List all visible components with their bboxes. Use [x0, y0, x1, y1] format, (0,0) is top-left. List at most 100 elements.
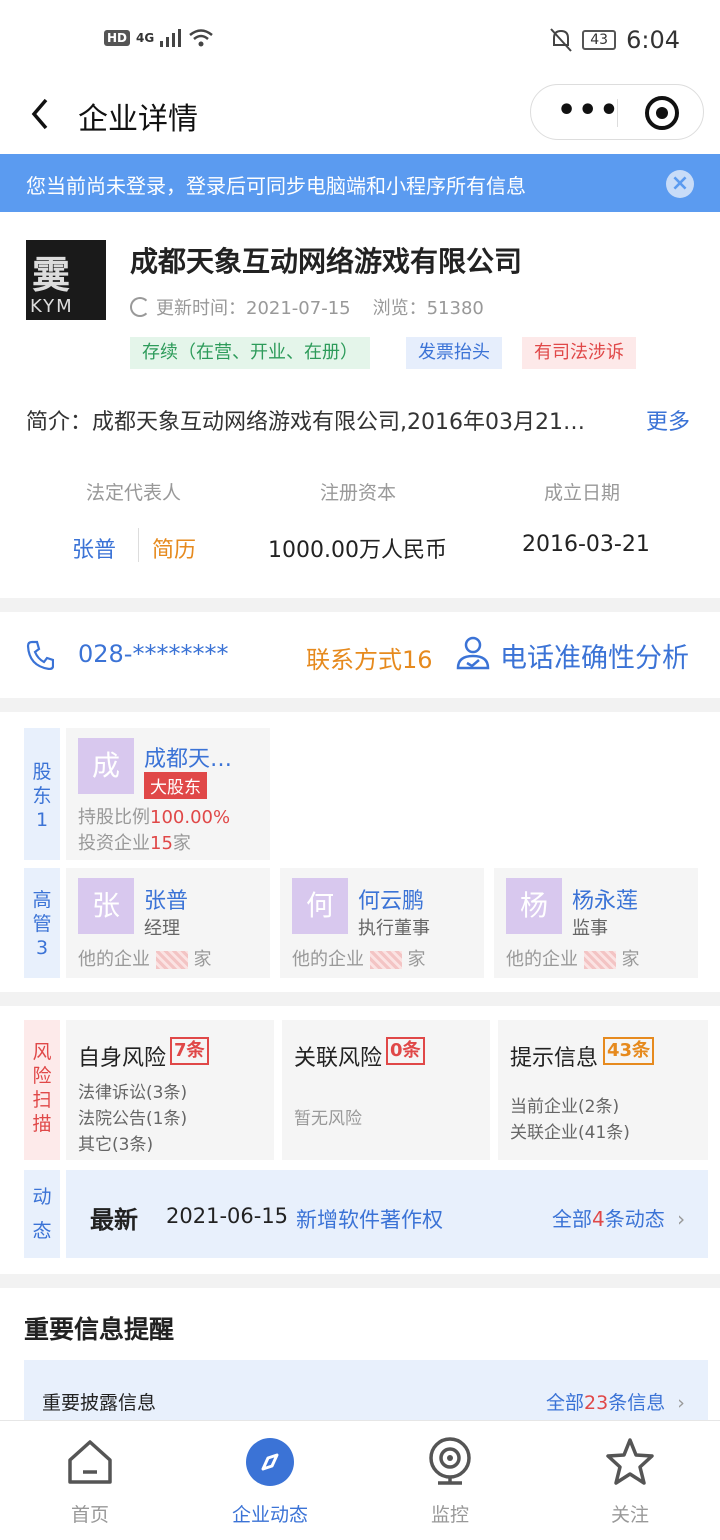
executives-label-text: 高管3 [32, 889, 52, 959]
nav-bar: 企业详情 ••• [0, 80, 720, 154]
shareholders-label-text: 股东1 [32, 761, 52, 831]
resume-link[interactable]: 简历 [152, 532, 196, 564]
news-label-text: 动态 [32, 1186, 52, 1242]
holding-ratio-value: 100.00% [150, 807, 231, 828]
all-news-suffix: 条动态 [604, 1207, 665, 1231]
signal-icon [160, 29, 182, 47]
executive-companies: 他的企业 家 [292, 945, 425, 971]
logo-text: KYM [30, 296, 74, 317]
founded-header: 成立日期 [544, 482, 621, 504]
all-disclosure-suffix: 条信息 [608, 1392, 666, 1414]
shareholders-label[interactable]: 股东1 [24, 728, 60, 860]
logo-mark: 霙 [32, 253, 70, 297]
update-row: 更新时间：2021-07-15 浏览：51380 [130, 294, 484, 320]
back-icon[interactable] [22, 94, 62, 134]
status-left: HD 4G [104, 28, 214, 48]
tab-follow[interactable]: 关注 [540, 1420, 720, 1540]
company-intro: 简介：成都天象互动网络游戏有限公司,2016年03月21… [26, 410, 585, 435]
login-banner[interactable]: 您当前尚未登录，登录后可同步电脑端和小程序所有信息 [0, 154, 720, 212]
login-banner-text: 您当前尚未登录，登录后可同步电脑端和小程序所有信息 [26, 174, 526, 198]
divider [138, 528, 139, 562]
executive-name[interactable]: 张普 [144, 883, 188, 915]
battery-indicator: 43 [582, 30, 617, 50]
all-disclosure-link[interactable]: 全部23条信息 › [546, 1388, 685, 1415]
blurred-count [369, 951, 402, 969]
phone-number[interactable]: 028-******** [78, 640, 228, 668]
status-badge: 存续（在营、开业、在册） [130, 337, 370, 369]
tab-label: 关注 [610, 1504, 649, 1526]
blurred-count [583, 951, 616, 969]
risk-line: 暂无风险 [294, 1109, 362, 1129]
founded-date: 2016-03-21 [522, 532, 650, 557]
executive-name[interactable]: 何云鹏 [358, 883, 424, 915]
self-risk-title: 自身风险 [78, 1046, 167, 1071]
executive-companies: 他的企业 家 [506, 945, 639, 971]
update-time: 更新时间：2021-07-15 [156, 298, 351, 319]
all-disclosure-prefix: 全部 [546, 1392, 585, 1414]
news-label[interactable]: 动态 [24, 1170, 60, 1258]
mini-program-capsule: ••• [530, 84, 704, 140]
all-news-prefix: 全部 [552, 1207, 592, 1231]
all-news-count: 4 [592, 1207, 605, 1231]
wifi-icon [189, 29, 214, 47]
avatar: 何 [292, 878, 348, 934]
risk-line: 其它(3条) [78, 1135, 154, 1155]
blurred-count [155, 951, 188, 969]
news-latest-label: 最新 [90, 1206, 138, 1234]
executive-name[interactable]: 杨永莲 [572, 883, 638, 915]
more-link[interactable]: 更多 [646, 404, 690, 436]
invoice-tag[interactable]: 发票抬头 [406, 337, 502, 369]
star-icon [606, 1438, 654, 1485]
hd-badge: HD [104, 30, 131, 46]
company-name: 成都天象互动网络游戏有限公司 [130, 245, 523, 278]
holding-ratio-label: 持股比例 [78, 807, 150, 828]
clock: 6:04 [626, 26, 680, 54]
litigation-tag[interactable]: 有司法涉诉 [522, 337, 636, 369]
news-date: 2021-06-15 [166, 1204, 289, 1228]
invest-count-value: 15 [150, 833, 173, 854]
phone-icon[interactable] [26, 640, 54, 670]
registered-capital: 1000.00万人民币 [268, 538, 447, 563]
executive-role: 执行董事 [358, 918, 430, 939]
tab-monitor[interactable]: 监控 [360, 1420, 540, 1540]
all-news-link[interactable]: 全部4条动态 › [552, 1203, 685, 1232]
holding-ratio: 持股比例100.00% [78, 803, 230, 829]
page-title: 企业详情 [78, 102, 198, 137]
risk-label[interactable]: 风险扫描 [24, 1020, 60, 1160]
related-risk-badge: 0条 [386, 1037, 425, 1065]
network-label: 4G [136, 31, 155, 45]
tab-company-news[interactable]: 企业动态 [180, 1420, 360, 1540]
avatar: 张 [78, 878, 134, 934]
tab-label: 企业动态 [231, 1504, 308, 1526]
related-risk-title: 关联风险 [294, 1046, 383, 1071]
more-menu-button[interactable]: ••• [557, 93, 621, 128]
news-text[interactable]: 新增软件著作权 [296, 1204, 443, 1234]
executive-role: 监事 [572, 918, 608, 939]
important-title: 重要信息提醒 [24, 1315, 175, 1344]
tab-home[interactable]: 首页 [0, 1420, 180, 1540]
person-check-icon[interactable] [454, 634, 492, 672]
companies-label: 他的企业 [506, 949, 578, 970]
shareholder-name[interactable]: 成都天… [144, 741, 232, 773]
phone-analysis-link[interactable]: 电话准确性分析 [500, 636, 689, 675]
refresh-icon [130, 297, 150, 317]
capital-header: 注册资本 [320, 482, 397, 504]
compass-icon [246, 1438, 294, 1486]
avatar: 杨 [506, 878, 562, 934]
major-shareholder-badge: 大股东 [144, 772, 207, 799]
risk-line: 当前企业(2条) [510, 1097, 620, 1117]
legal-rep-name[interactable]: 张普 [72, 532, 116, 564]
important-disclosure-label: 重要披露信息 [42, 1392, 157, 1414]
mute-bell-icon [550, 28, 573, 52]
close-program-icon[interactable] [645, 96, 679, 130]
legal-rep-header: 法定代表人 [86, 482, 182, 504]
status-right: 43 6:04 [550, 26, 680, 54]
close-icon[interactable]: × [666, 170, 694, 198]
contacts-link[interactable]: 联系方式16 [306, 640, 433, 675]
executive-companies: 他的企业 家 [78, 945, 211, 971]
executives-label[interactable]: 高管3 [24, 868, 60, 978]
companies-unit: 家 [407, 949, 426, 970]
companies-unit: 家 [193, 949, 212, 970]
capsule-divider [617, 99, 618, 127]
view-count: 浏览：51380 [372, 298, 484, 319]
